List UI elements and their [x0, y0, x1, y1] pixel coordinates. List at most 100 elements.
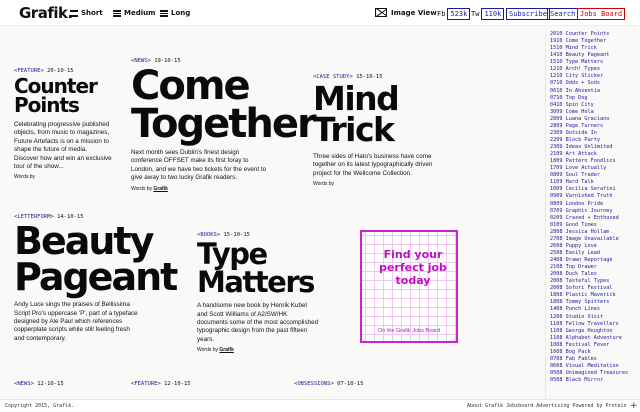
- index-item[interactable]: 0109 Good Times: [550, 222, 640, 229]
- index-item-title: Good Times: [565, 221, 597, 228]
- index-item[interactable]: 1709 Love Actually: [550, 165, 640, 172]
- index-item[interactable]: 1510 Mind Trick: [550, 45, 640, 52]
- index-item-date: 1408: [550, 306, 563, 313]
- article-title[interactable]: Type Matters: [197, 239, 317, 296]
- index-item[interactable]: 0710 Odds + Sods: [550, 80, 640, 87]
- article-card[interactable]: <LETTERFORM> 14-10-15 Beauty Pageant And…: [14, 214, 178, 343]
- index-item[interactable]: 1008 Bog Pack: [550, 349, 640, 356]
- index-item-title: Tommy Spitters: [565, 299, 610, 306]
- index-item[interactable]: 2008 Sofori Festival: [550, 285, 640, 292]
- index-item[interactable]: 0709 Graphic Journey: [550, 208, 640, 215]
- index-item[interactable]: 1009 Cecilia Serafini: [550, 186, 640, 193]
- index-item[interactable]: 1510 Type Matters: [550, 59, 640, 66]
- index-item[interactable]: 2108 Top Drawer: [550, 264, 640, 271]
- teaser-category[interactable]: OBSESSIONS: [297, 381, 330, 387]
- index-item[interactable]: 0809 Soul Trader: [550, 172, 640, 179]
- jobs-board-ad[interactable]: Find your perfect job today On the Grafi…: [360, 230, 458, 343]
- index-item-date: 0809: [550, 200, 563, 207]
- index-item[interactable]: 0710 Top Dog: [550, 95, 640, 102]
- ad-link[interactable]: On the Grafik Jobs Board: [362, 328, 456, 334]
- search-button[interactable]: Search: [547, 8, 579, 20]
- site-logo[interactable]: Grafik.: [19, 4, 73, 22]
- index-item[interactable]: 2508 Easily Lead: [550, 250, 640, 257]
- teaser-category[interactable]: NEWS: [17, 381, 30, 387]
- index-item[interactable]: 2608 Puppy Love: [550, 243, 640, 250]
- index-item-date: 2008: [550, 285, 563, 292]
- index-item-title: Jessica Hollam: [565, 228, 610, 235]
- index-item[interactable]: 1410 Beauty Pageant: [550, 52, 640, 59]
- article-card[interactable]: <FEATURE> 20-10-15 Counter Points Celebr…: [14, 68, 114, 180]
- index-item[interactable]: 1210 Arch! Types: [550, 66, 640, 73]
- index-item[interactable]: 1910 Come Together: [550, 38, 640, 45]
- index-item[interactable]: 2809 Luana Graciano: [550, 116, 640, 123]
- index-item[interactable]: 2008 Duck Tales: [550, 271, 640, 278]
- index-item[interactable]: 2309 Ideas Unlimited: [550, 144, 640, 151]
- index-item[interactable]: 1408 Punch Lines: [550, 306, 640, 313]
- article-title[interactable]: Counter Points: [14, 76, 114, 115]
- index-item[interactable]: 2809 Page Turners: [550, 123, 640, 130]
- index-item-date: 0809: [550, 172, 563, 179]
- article-title[interactable]: Mind Trick: [313, 82, 423, 146]
- index-item[interactable]: 1210 City Slicker: [550, 73, 640, 80]
- short-view-icon: [70, 9, 78, 17]
- article-card[interactable]: <NEWS> 19-10-15 Come Together Next month…: [131, 58, 317, 192]
- index-item[interactable]: 2209 Block Party: [550, 137, 640, 144]
- index-item[interactable]: 2408 Drawn Reportage: [550, 257, 640, 264]
- view-long-button[interactable]: Long: [160, 9, 190, 17]
- teaser-meta[interactable]: <NEWS> 12-10-15: [14, 381, 64, 387]
- jobs-board-button[interactable]: Jobs Board: [577, 8, 626, 20]
- article-author[interactable]: Grafik: [219, 347, 233, 353]
- index-item-date: 2209: [550, 136, 563, 143]
- article-card[interactable]: <BOOKS> 15-10-15 Type Matters A handsome…: [197, 232, 318, 353]
- index-item[interactable]: 1109 Hard Talk: [550, 179, 640, 186]
- index-item[interactable]: 0909 Varnished Truth: [550, 193, 640, 200]
- view-short-button[interactable]: Short: [70, 9, 103, 17]
- index-item-title: Pattern Fondlics: [565, 158, 616, 165]
- index-item[interactable]: 2808 Jessica Hollam: [550, 229, 640, 236]
- teaser-category[interactable]: FEATURE: [134, 381, 157, 387]
- site-footer: Copyright 2015, Grafik. About Grafik Job…: [0, 399, 640, 412]
- index-item-date: 2508: [550, 249, 563, 256]
- index-item[interactable]: 0508 Black Mirror: [550, 377, 640, 384]
- index-item[interactable]: 1108 Alphabet Adventure: [550, 335, 640, 342]
- image-view-toggle[interactable]: Image View: [375, 8, 437, 17]
- index-item-date: 1009: [550, 186, 563, 193]
- index-item-date: 2309: [550, 129, 563, 136]
- article-card[interactable]: <CASE STUDY> 15-10-15 Mind Trick Three s…: [313, 74, 433, 187]
- index-item[interactable]: 2309 Outside In: [550, 130, 640, 137]
- index-item[interactable]: 0508 Unimagined Treasures: [550, 370, 640, 377]
- article-title[interactable]: Beauty Pageant: [14, 222, 178, 296]
- index-item[interactable]: 0610 In Absentia: [550, 88, 640, 95]
- teaser-meta[interactable]: <FEATURE> 12-10-15: [131, 381, 191, 387]
- image-view-icon: [375, 8, 387, 17]
- view-medium-button[interactable]: Medium: [113, 9, 155, 17]
- index-item[interactable]: 2008 Tasteful Types: [550, 278, 640, 285]
- index-item[interactable]: 0209 Crazed + Enthused: [550, 215, 640, 222]
- index-item[interactable]: 1008 Festival Fever: [550, 342, 640, 349]
- index-item[interactable]: 1108 Fellow Travellers: [550, 321, 640, 328]
- index-item[interactable]: 1808 Plastic Maverick: [550, 292, 640, 299]
- expand-plus-icon[interactable]: +: [630, 401, 638, 411]
- teaser-meta[interactable]: <OBSESSIONS> 07-10-15: [294, 381, 364, 387]
- footer-links[interactable]: About Grafik Jobsboard Advertising Power…: [467, 403, 627, 409]
- article-excerpt: Next month sees Dublin's finest design c…: [131, 149, 267, 182]
- index-item[interactable]: 0708 Fab Fables: [550, 356, 640, 363]
- index-item[interactable]: 2708 Image Unavailable: [550, 236, 640, 243]
- index-item[interactable]: 0809 London Pride: [550, 201, 640, 208]
- index-item[interactable]: 1809 Pattern Fondlics: [550, 158, 640, 165]
- article-title[interactable]: Come Together: [131, 66, 317, 144]
- index-item[interactable]: 0608 Visual Meditation: [550, 363, 640, 370]
- facebook-link[interactable]: Fb 523k: [437, 8, 471, 20]
- index-item[interactable]: 3009 Come Hola: [550, 109, 640, 116]
- twitter-link[interactable]: Tw 110k: [471, 8, 505, 20]
- index-item[interactable]: 0410 Spin City: [550, 102, 640, 109]
- index-item[interactable]: 1208 Studio Visit: [550, 314, 640, 321]
- article-author[interactable]: Grafik: [153, 186, 167, 192]
- index-item[interactable]: 2010 Counter Points: [550, 31, 640, 38]
- index-item[interactable]: 1808 Tommy Spitters: [550, 299, 640, 306]
- subscribe-button[interactable]: Subscribe: [506, 8, 550, 20]
- index-item-title: Drawn Reportage: [565, 257, 613, 263]
- index-item[interactable]: 2109 Art Attack: [550, 151, 640, 158]
- twitter-count: 110k: [481, 8, 505, 20]
- index-item[interactable]: 1108 George Houghton: [550, 328, 640, 335]
